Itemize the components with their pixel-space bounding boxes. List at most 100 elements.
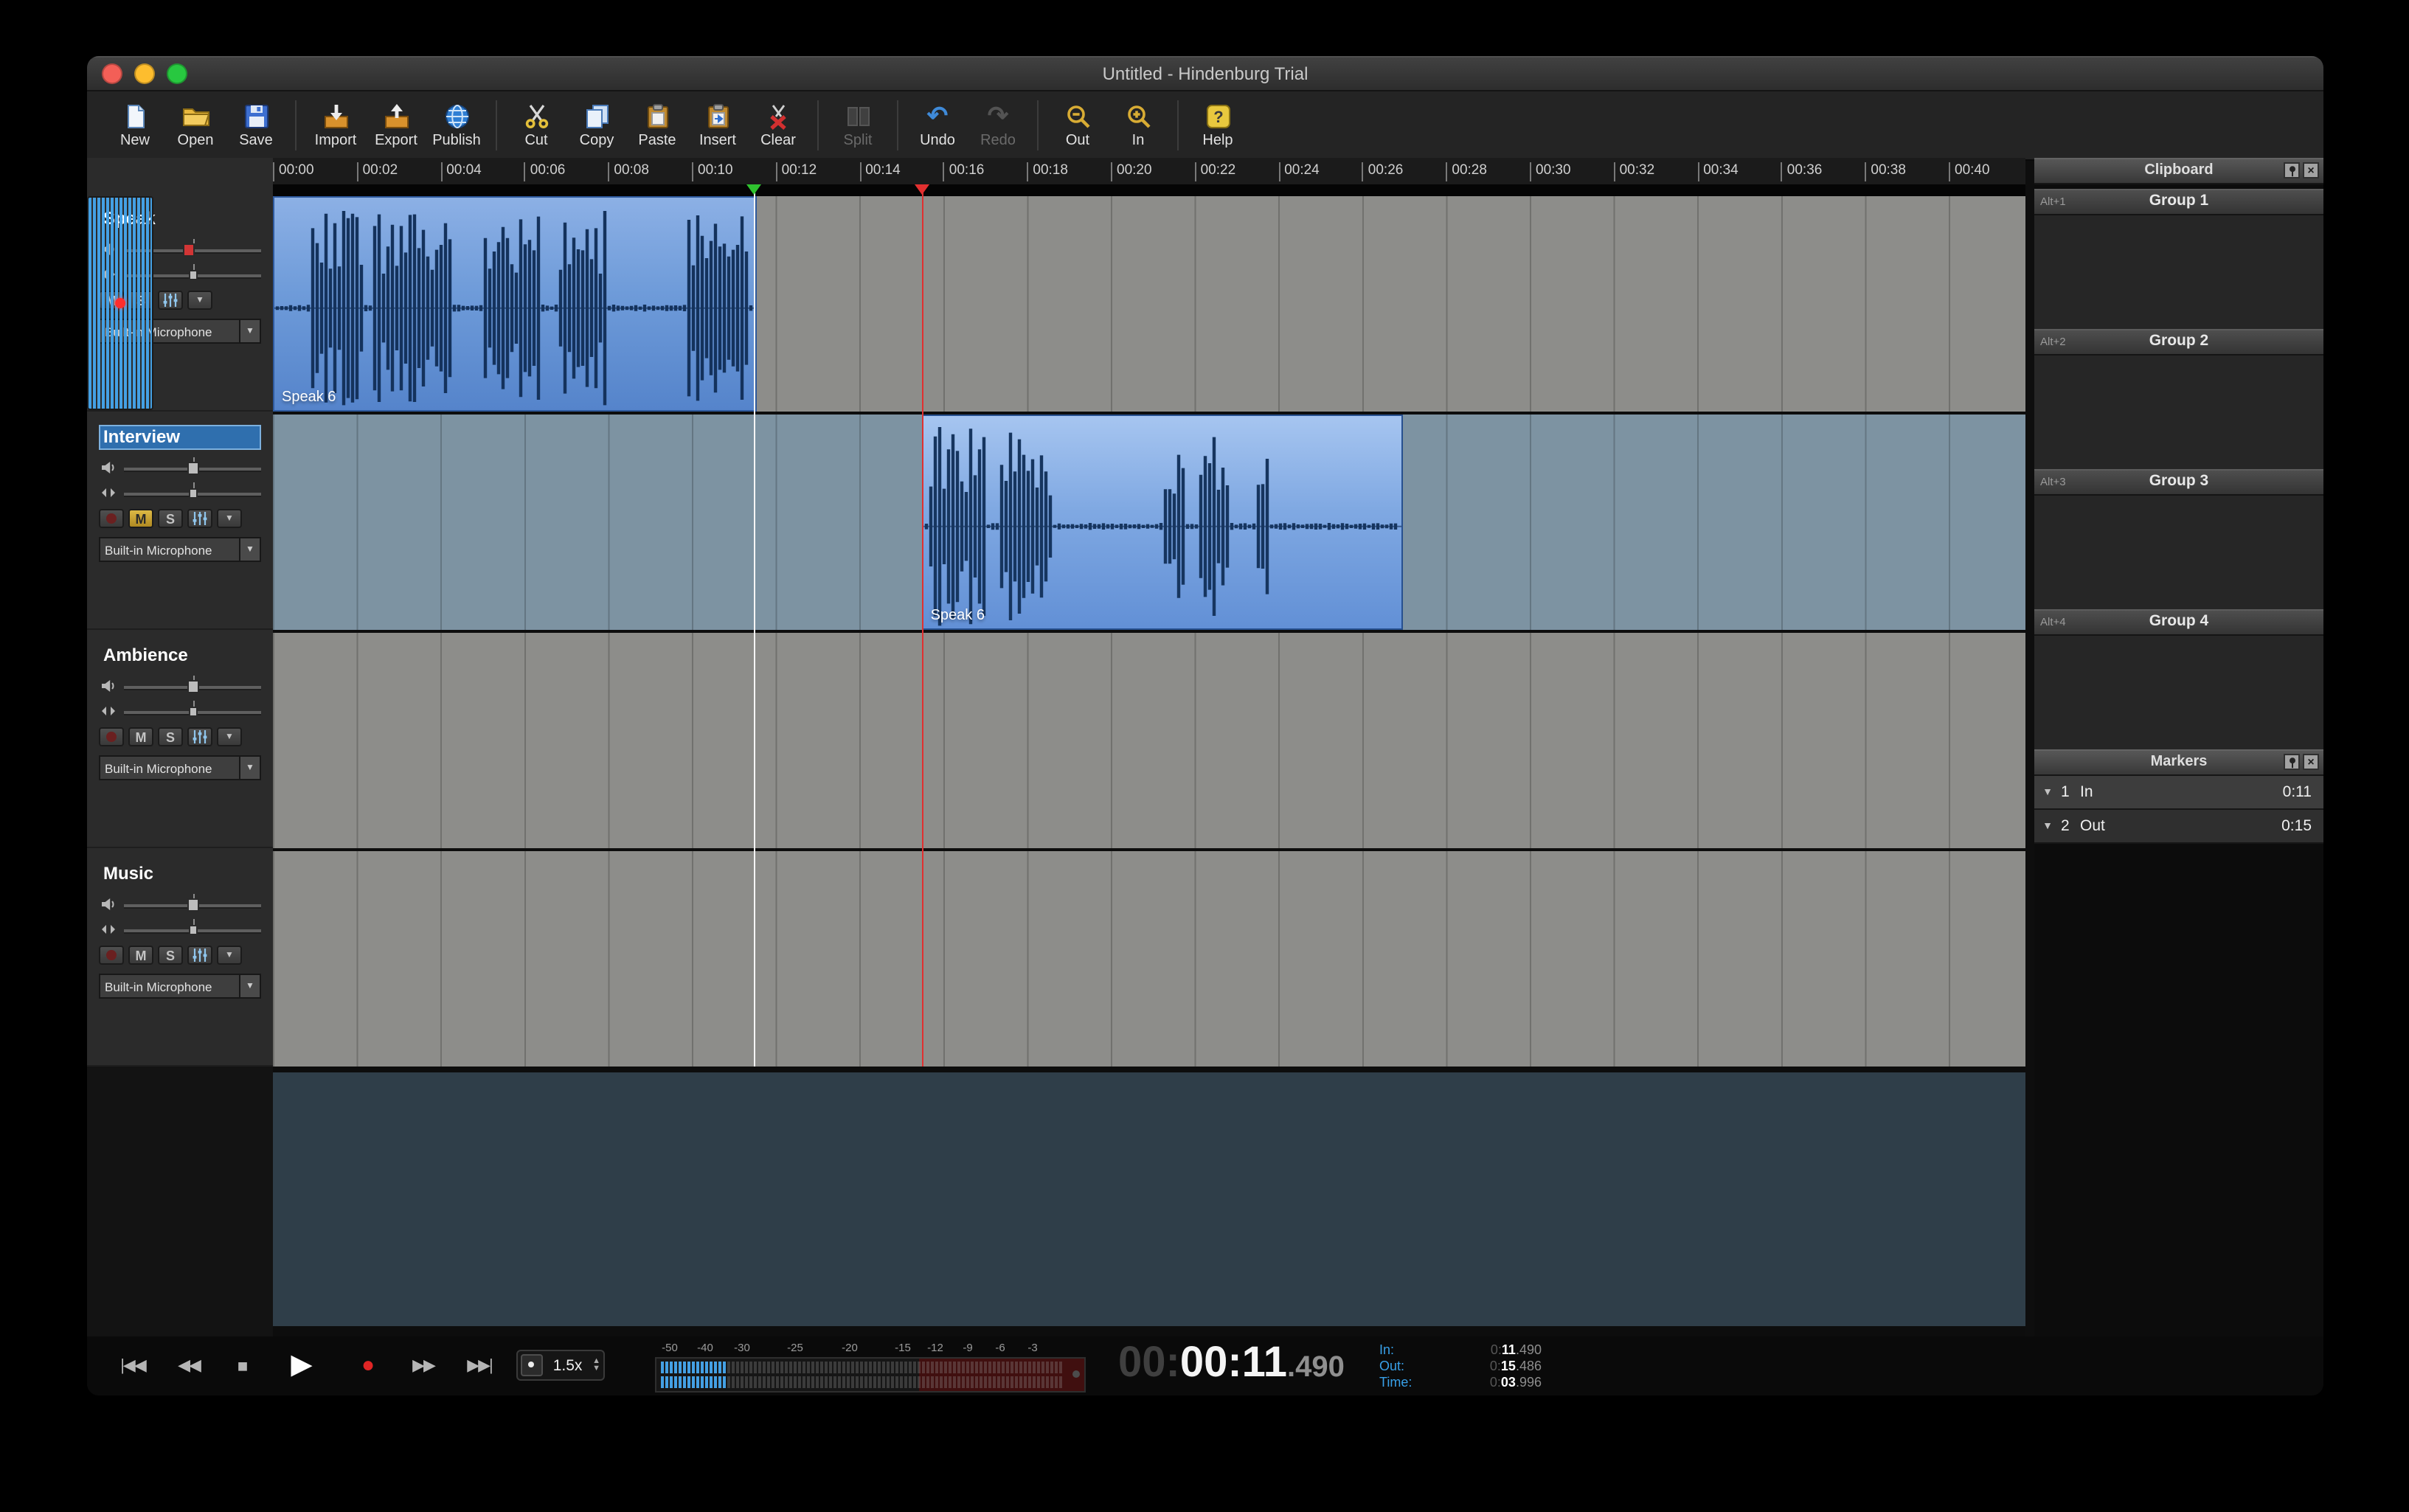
mute-button[interactable]: M xyxy=(128,509,153,528)
volume-slider[interactable] xyxy=(124,892,261,915)
clipboard-panel-header[interactable]: Clipboard × xyxy=(2034,158,2323,184)
timeline-area[interactable]: 00:00 00:02 00:04 00:06 00:08 00:10 00:12 00:14… xyxy=(273,158,2025,1336)
clipboard-group-slot[interactable] xyxy=(2034,215,2323,329)
fader-icon-button[interactable] xyxy=(158,291,183,310)
mute-button[interactable]: M xyxy=(128,946,153,965)
toolbar-help-button[interactable]: ? Help xyxy=(1188,93,1248,158)
pin-icon[interactable] xyxy=(2284,162,2300,178)
track-lane-interview[interactable]: Speak 6 xyxy=(273,415,2025,630)
toolbar-open-button[interactable]: Open xyxy=(165,93,226,158)
clipboard-group-header[interactable]: Alt+3 Group 3 xyxy=(2034,469,2323,496)
volume-handle[interactable] xyxy=(187,462,198,475)
skip-end-button[interactable]: ▶▶| xyxy=(461,1342,498,1388)
playback-speed-control[interactable]: 1.5x ▲ ▼ xyxy=(516,1350,605,1381)
track-name-interview[interactable]: Interview xyxy=(99,425,261,450)
solo-button[interactable]: S xyxy=(158,946,183,965)
track-name-ambience[interactable]: Ambience xyxy=(99,643,261,668)
toolbar-clear-button[interactable]: Clear xyxy=(748,93,808,158)
pin-icon[interactable] xyxy=(2284,754,2300,770)
track-lane-music[interactable] xyxy=(273,851,2025,1067)
toolbar-publish-button[interactable]: Publish xyxy=(426,93,487,158)
pan-slider[interactable] xyxy=(124,481,261,503)
spinner-down-icon[interactable]: ▼ xyxy=(592,1364,600,1373)
fader-icon-button[interactable] xyxy=(187,946,212,965)
toolbar-in-button[interactable]: In xyxy=(1108,93,1168,158)
out-point-line[interactable] xyxy=(921,184,923,1067)
track-menu-button[interactable]: ▼ xyxy=(217,509,242,528)
clipboard-group-header[interactable]: Alt+4 Group 4 xyxy=(2034,609,2323,636)
play-button[interactable]: ▶ xyxy=(285,1342,316,1388)
volume-handle[interactable] xyxy=(187,680,198,693)
audio-clip[interactable]: Speak 6 xyxy=(921,415,1403,630)
clipboard-group-slot[interactable] xyxy=(2034,636,2323,749)
marker-row[interactable]: ▼ 1 In 0:11 xyxy=(2034,776,2323,810)
track-menu-button[interactable]: ▼ xyxy=(187,291,212,310)
titlebar[interactable]: Untitled - Hindenburg Trial xyxy=(87,56,2323,91)
track-menu-button[interactable]: ▼ xyxy=(217,727,242,746)
speed-spinner[interactable]: ▲ ▼ xyxy=(592,1357,600,1373)
minimize-window-button[interactable] xyxy=(134,63,155,84)
record-arm-button[interactable] xyxy=(99,727,124,746)
clipboard-group-slot[interactable] xyxy=(2034,356,2323,469)
close-icon[interactable]: × xyxy=(2303,162,2319,178)
toolbar-paste-button[interactable]: Paste xyxy=(627,93,687,158)
input-device-select[interactable]: Built-in Microphone ▼ xyxy=(99,537,261,562)
fader-icon-button[interactable] xyxy=(187,727,212,746)
info-value: 0:15.486 xyxy=(1421,1359,1542,1375)
volume-handle[interactable] xyxy=(182,243,195,257)
skip-start-button[interactable]: |◀◀ xyxy=(114,1342,151,1388)
volume-slider[interactable] xyxy=(124,674,261,696)
marker-strip[interactable] xyxy=(273,184,2025,196)
clipboard-group-header[interactable]: Alt+2 Group 2 xyxy=(2034,329,2323,356)
traffic-lights xyxy=(102,63,187,84)
clipboard-group-slot[interactable] xyxy=(2034,496,2323,609)
pan-slider[interactable] xyxy=(124,918,261,940)
out-marker-icon[interactable] xyxy=(914,184,929,195)
close-icon[interactable]: × xyxy=(2303,754,2319,770)
solo-button[interactable]: S xyxy=(158,509,183,528)
input-device-select[interactable]: Built-in Microphone ▼ xyxy=(99,755,261,780)
toolbar-undo-button[interactable]: ↶ Undo xyxy=(907,93,968,158)
toolbar-cut-button[interactable]: Cut xyxy=(506,93,566,158)
pan-handle[interactable] xyxy=(188,270,197,280)
volume-handle[interactable] xyxy=(187,898,198,912)
track-name-music[interactable]: Music xyxy=(99,861,261,887)
volume-slider[interactable] xyxy=(124,456,261,478)
solo-button[interactable]: S xyxy=(158,727,183,746)
toolbar-new-button[interactable]: New xyxy=(105,93,165,158)
markers-panel-header[interactable]: Markers × xyxy=(2034,749,2323,776)
toolbar-out-button[interactable]: Out xyxy=(1047,93,1108,158)
pan-handle[interactable] xyxy=(188,925,197,935)
record-arm-button[interactable] xyxy=(99,509,124,528)
fast-forward-button[interactable]: ▶▶ xyxy=(406,1342,440,1388)
input-device-select[interactable]: Built-in Microphone ▼ xyxy=(99,974,261,999)
track-menu-button[interactable]: ▼ xyxy=(217,946,242,965)
pan-handle[interactable] xyxy=(188,488,197,499)
track-lane-ambience[interactable] xyxy=(273,633,2025,848)
close-window-button[interactable] xyxy=(102,63,122,84)
pan-slider[interactable] xyxy=(124,699,261,721)
mute-button[interactable]: M xyxy=(128,727,153,746)
toolbar-export-button[interactable]: Export xyxy=(366,93,426,158)
in-marker-icon[interactable] xyxy=(746,184,762,195)
toolbar-redo-button[interactable]: ↷ Redo xyxy=(968,93,1028,158)
record-button[interactable]: ● xyxy=(356,1342,379,1388)
marker-row[interactable]: ▼ 2 Out 0:15 xyxy=(2034,810,2323,844)
toolbar-split-button[interactable]: Split xyxy=(828,93,888,158)
fader-icon-button[interactable] xyxy=(187,509,212,528)
record-arm-button[interactable] xyxy=(87,196,153,410)
record-arm-button[interactable] xyxy=(99,946,124,965)
toolbar-insert-button[interactable]: Insert xyxy=(687,93,748,158)
time-ruler[interactable]: 00:00 00:02 00:04 00:06 00:08 00:10 00:12 00:14… xyxy=(273,158,2025,186)
toolbar-save-button[interactable]: Save xyxy=(226,93,286,158)
stop-button[interactable]: ■ xyxy=(232,1342,253,1388)
zoom-window-button[interactable] xyxy=(167,63,187,84)
playhead-line[interactable] xyxy=(754,184,756,1067)
clipboard-group-header[interactable]: Alt+1 Group 1 xyxy=(2034,189,2323,215)
toolbar-import-button[interactable]: Import xyxy=(305,93,366,158)
pan-handle[interactable] xyxy=(188,707,197,717)
toolbar-copy-button[interactable]: Copy xyxy=(566,93,627,158)
audio-clip[interactable]: Speak 6 xyxy=(273,196,758,412)
rewind-button[interactable]: ◀◀ xyxy=(172,1342,206,1388)
track-lane-speak[interactable]: Speak 6 xyxy=(273,196,2025,412)
